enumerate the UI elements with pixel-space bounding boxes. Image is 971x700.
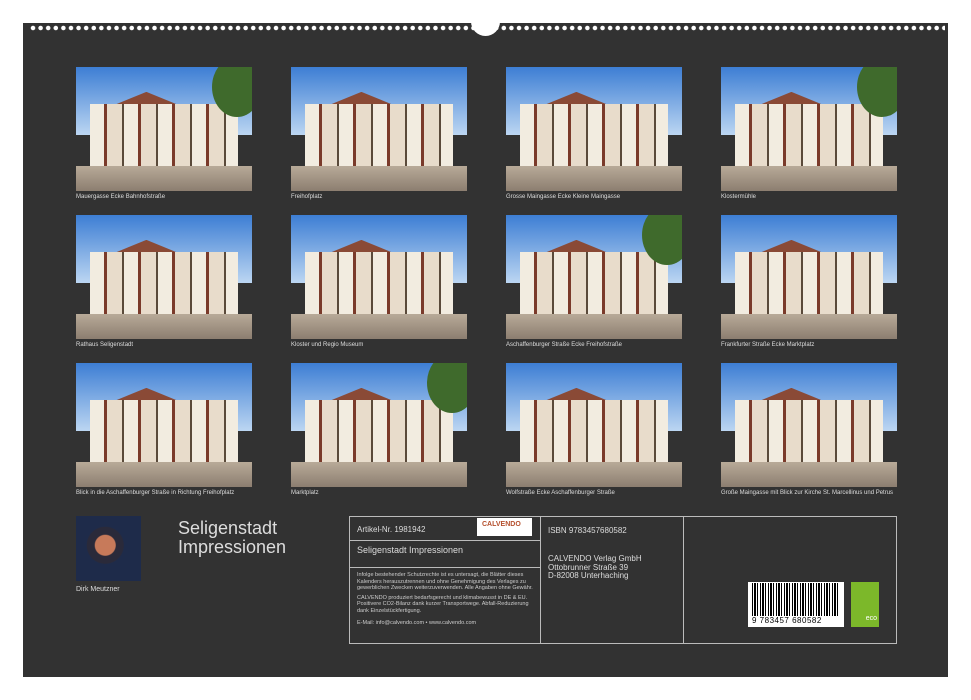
barcode: 9 783457 680582 [748, 582, 844, 627]
calendar-photo [506, 67, 682, 191]
photo-caption: Klostermühle [721, 194, 901, 201]
photo-caption: Kloster und Regio Museum [291, 342, 471, 349]
calendar-photo [76, 67, 252, 191]
eco-leaf-icon: eco [851, 582, 879, 627]
product-title-box: Seligenstadt Impressionen [349, 540, 541, 568]
photo-caption: Aschaffenburger Straße Ecke Freihofstraß… [506, 342, 686, 349]
contact-text: E-Mail: info@calvendo.com • www.calvendo… [357, 620, 533, 627]
climate-text: CALVENDO produziert bedarfsgerecht und k… [357, 595, 533, 615]
photo-caption: Mauergasse Ecke Bahnhofstraße [76, 194, 256, 201]
calendar-photo [291, 363, 467, 487]
photo-caption: Marktplatz [291, 490, 471, 497]
publisher-address: CALVENDO Verlag GmbH Ottobrunner Straße … [548, 555, 676, 581]
title-line-1: Seligenstadt [178, 519, 286, 538]
barcode-bars [752, 583, 840, 616]
photo-caption: Frankfurter Straße Ecke Marktplatz [721, 342, 901, 349]
publisher-box: ISBN 9783457680582 CALVENDO Verlag GmbH … [540, 516, 684, 644]
barcode-number: 9 783457 680582 [752, 616, 840, 625]
legal-text: Infolge bestehender Schutzrechte ist es … [357, 572, 533, 592]
calendar-photo [76, 215, 252, 339]
photo-caption: Wolfstraße Ecke Aschaffenburger Straße [506, 490, 686, 497]
photo-caption: Blick in die Aschaffenburger Straße in R… [76, 490, 256, 497]
isbn: ISBN 9783457680582 [548, 526, 676, 535]
legal-box: Infolge bestehender Schutzrechte ist es … [349, 567, 541, 644]
photo-caption: Große Maingasse mit Blick zur Kirche St.… [721, 490, 901, 497]
calendar-photo [721, 67, 897, 191]
calendar-photo [721, 363, 897, 487]
title-line-2: Impressionen [178, 538, 286, 557]
photo-caption: Grosse Maingasse Ecke Kleine Maingasse [506, 194, 686, 201]
calendar-photo [506, 215, 682, 339]
photo-caption: Freihofplatz [291, 194, 471, 201]
product-title: Seligenstadt Impressionen [350, 541, 540, 555]
calendar-photo [721, 215, 897, 339]
calendar-title: SeligenstadtImpressionen [178, 519, 286, 557]
calvendo-logo: CALVENDO [477, 518, 532, 536]
publisher-city: D-82008 Unterhaching [548, 572, 676, 581]
author-name: Dirk Meutzner [76, 586, 120, 593]
calendar-photo [76, 363, 252, 487]
calendar-photo [291, 215, 467, 339]
calendar-photo [506, 363, 682, 487]
author-photo [76, 516, 141, 581]
calendar-photo [291, 67, 467, 191]
photo-caption: Rathaus Seligenstadt [76, 342, 256, 349]
